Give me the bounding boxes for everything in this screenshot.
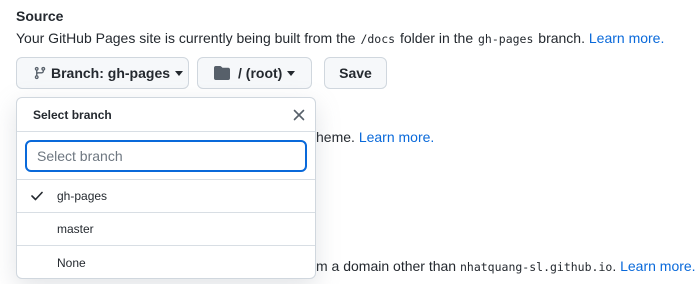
branch-dropdown: Select branch gh-pages master None (16, 97, 316, 279)
folder-select-button[interactable]: / (root) (197, 57, 312, 89)
folder-code: /docs (360, 32, 396, 46)
dropdown-header: Select branch (17, 98, 315, 132)
branch-code: gh-pages (478, 32, 534, 46)
branch-item-none[interactable]: None (17, 246, 315, 278)
branch-select-button[interactable]: Branch: gh-pages (16, 57, 189, 89)
source-description: Your GitHub Pages site is currently bein… (16, 30, 664, 46)
close-icon[interactable] (293, 109, 305, 121)
branch-item-label: master (57, 222, 94, 236)
source-title: Source (16, 8, 64, 24)
branch-filter-input[interactable] (25, 139, 307, 172)
check-icon (17, 191, 57, 201)
branch-select-label: Branch: gh-pages (51, 65, 171, 81)
domain-suffix: . (612, 258, 621, 274)
save-button-label: Save (339, 65, 372, 81)
domain-prefix: m a domain other than (316, 258, 460, 274)
caret-down-icon (287, 70, 296, 76)
branch-item-gh-pages[interactable]: gh-pages (17, 180, 315, 213)
branch-item-master[interactable]: master (17, 213, 315, 246)
desc-prefix: Your GitHub Pages site is currently bein… (16, 30, 360, 46)
caret-down-icon (175, 70, 184, 76)
desc-suffix: branch. (534, 30, 589, 46)
folder-icon (214, 66, 230, 80)
domain-code: nhatquang-sl.github.io (459, 260, 613, 274)
dropdown-title: Select branch (33, 107, 112, 122)
branch-item-label: None (57, 255, 86, 270)
dropdown-filter (17, 132, 315, 180)
branch-item-label: gh-pages (57, 189, 108, 203)
custom-domain-text-fragment: m a domain other than nhatquang-sl.githu… (316, 258, 696, 274)
learn-more-link[interactable]: Learn more. (589, 30, 664, 46)
theme-text-fragment: heme. Learn more. (316, 129, 434, 145)
save-button[interactable]: Save (324, 57, 387, 89)
domain-learn-more-link[interactable]: Learn more. (620, 258, 695, 274)
git-branch-icon (33, 65, 47, 81)
theme-learn-more-link[interactable]: Learn more. (359, 129, 434, 145)
theme-fragment: heme. (316, 129, 359, 145)
folder-select-label: / (root) (238, 65, 283, 81)
desc-middle: folder in the (396, 30, 477, 46)
